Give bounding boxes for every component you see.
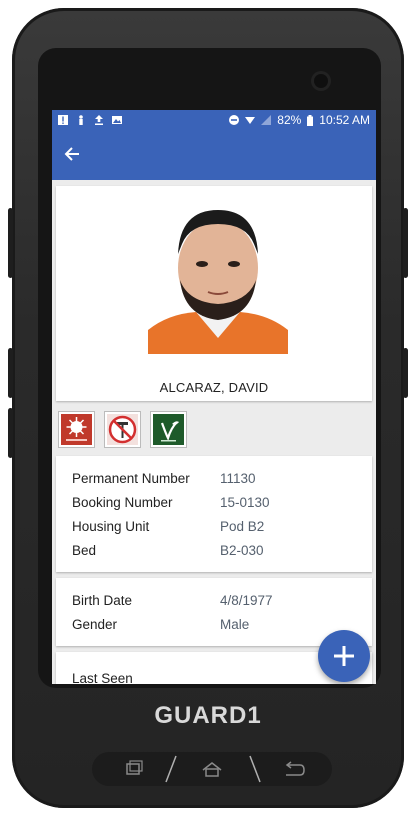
info-row: Gender Male — [72, 612, 356, 636]
action-button — [403, 348, 408, 398]
info-row: Permanent Number 11130 — [72, 466, 356, 490]
profile-card: ALCARAZ, DAVID — [56, 186, 372, 401]
booking-number-value: 15-0130 — [220, 494, 270, 510]
person-icon — [79, 115, 83, 125]
volume-down-button — [8, 408, 13, 458]
housing-unit-value: Pod B2 — [220, 518, 265, 534]
gender-label: Gender — [72, 616, 118, 632]
info-row: Last Seen — [72, 666, 356, 685]
clock: 10:52 AM — [319, 113, 370, 127]
covid-precaution-icon — [61, 414, 92, 445]
badge-vegan[interactable] — [150, 411, 187, 448]
volume-up-button — [8, 348, 13, 398]
personal-card: Birth Date 4/8/1977 Gender Male — [56, 578, 372, 646]
inmate-photo — [148, 202, 288, 354]
battery-percent: 82% — [277, 113, 302, 127]
permanent-number-label: Permanent Number — [72, 470, 190, 486]
wifi-icon — [245, 117, 256, 124]
upload-icon — [95, 115, 103, 125]
identifiers-card: Permanent Number 11130 Booking Number 15-0… — [56, 456, 372, 572]
inmate-name: ALCARAZ, DAVID — [159, 380, 269, 395]
nav-divider-left — [165, 755, 177, 783]
gender-value: Male — [220, 616, 250, 632]
birth-date-label: Birth Date — [72, 592, 133, 608]
bed-value: B2-030 — [220, 542, 264, 558]
badge-no-razor[interactable] — [104, 411, 141, 448]
badge-covid[interactable] — [58, 411, 95, 448]
alert-badges — [52, 407, 376, 448]
info-row: Housing Unit Pod B2 — [72, 514, 356, 538]
alert-icon — [58, 115, 68, 125]
home-icon[interactable] — [199, 760, 225, 778]
status-bar: 82% 10:52 AM — [52, 110, 376, 130]
info-row: Birth Date 4/8/1977 — [72, 588, 356, 612]
phone-screen: 82% 10:52 AM ALCARAZ, DAVID Permanent Nu… — [52, 110, 376, 684]
birth-date-value: 4/8/1977 — [220, 592, 273, 608]
housing-unit-label: Housing Unit — [72, 518, 150, 534]
nav-divider-right — [249, 755, 261, 783]
add-button[interactable] — [318, 630, 370, 682]
back-arrow-icon[interactable] — [64, 145, 80, 165]
battery-icon — [307, 114, 314, 126]
dnd-icon — [229, 115, 240, 125]
image-icon — [112, 116, 122, 124]
plus-icon — [334, 646, 354, 666]
side-button — [8, 208, 13, 278]
app-bar — [52, 130, 376, 180]
signal-icon — [261, 115, 272, 125]
info-row: Booking Number 15-0130 — [72, 490, 356, 514]
back-nav-icon[interactable] — [280, 760, 306, 778]
no-razor-icon — [107, 414, 138, 445]
brand-logo: GUARD1 — [154, 702, 262, 729]
front-camera — [314, 74, 328, 88]
bed-label: Bed — [72, 542, 97, 558]
booking-number-label: Booking Number — [72, 494, 173, 510]
power-button — [403, 208, 408, 278]
last-seen-label: Last Seen — [72, 670, 133, 685]
hardware-nav-bar — [92, 752, 332, 786]
permanent-number-value: 11130 — [220, 470, 256, 486]
vegan-icon — [153, 414, 184, 445]
info-row: Bed B2-030 — [72, 538, 356, 562]
recent-apps-icon[interactable] — [120, 760, 146, 778]
